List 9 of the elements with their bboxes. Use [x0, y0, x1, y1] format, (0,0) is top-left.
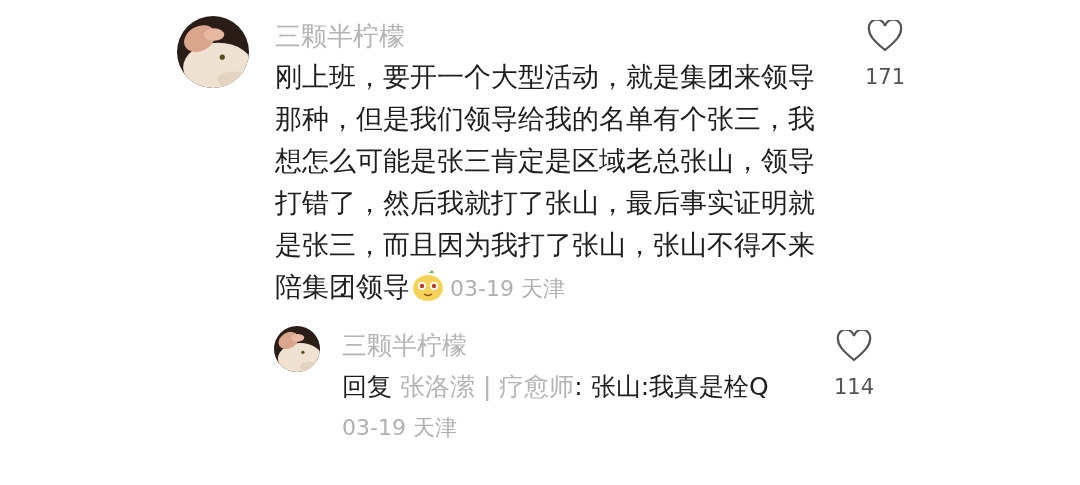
- comment-date: 03-19 天津: [450, 276, 565, 301]
- like-count: 114: [833, 375, 875, 399]
- like-count: 171: [864, 65, 906, 89]
- author-name[interactable]: 三颗半柠檬: [275, 16, 820, 56]
- sticker-icon: [412, 270, 444, 302]
- reply-date: 03-19 天津: [342, 414, 458, 442]
- comment-text: 刚上班，要开一个大型活动，就是集团来领导那种，但是我们领导给我的名单有个张三，我想怎么可能是张三肯定是区域老总张山，领导打错了，然后我就打了张山，最后事实证明就是张三，而且因为我打了张山，张山不得不来陪集团领导 03-19 天津: [275, 60, 816, 304]
- reply-text: 回复 张洛潆 | 疗愈师: 张山:我真是栓Q: [342, 371, 770, 403]
- author-name[interactable]: 三颗半柠檬: [342, 326, 812, 366]
